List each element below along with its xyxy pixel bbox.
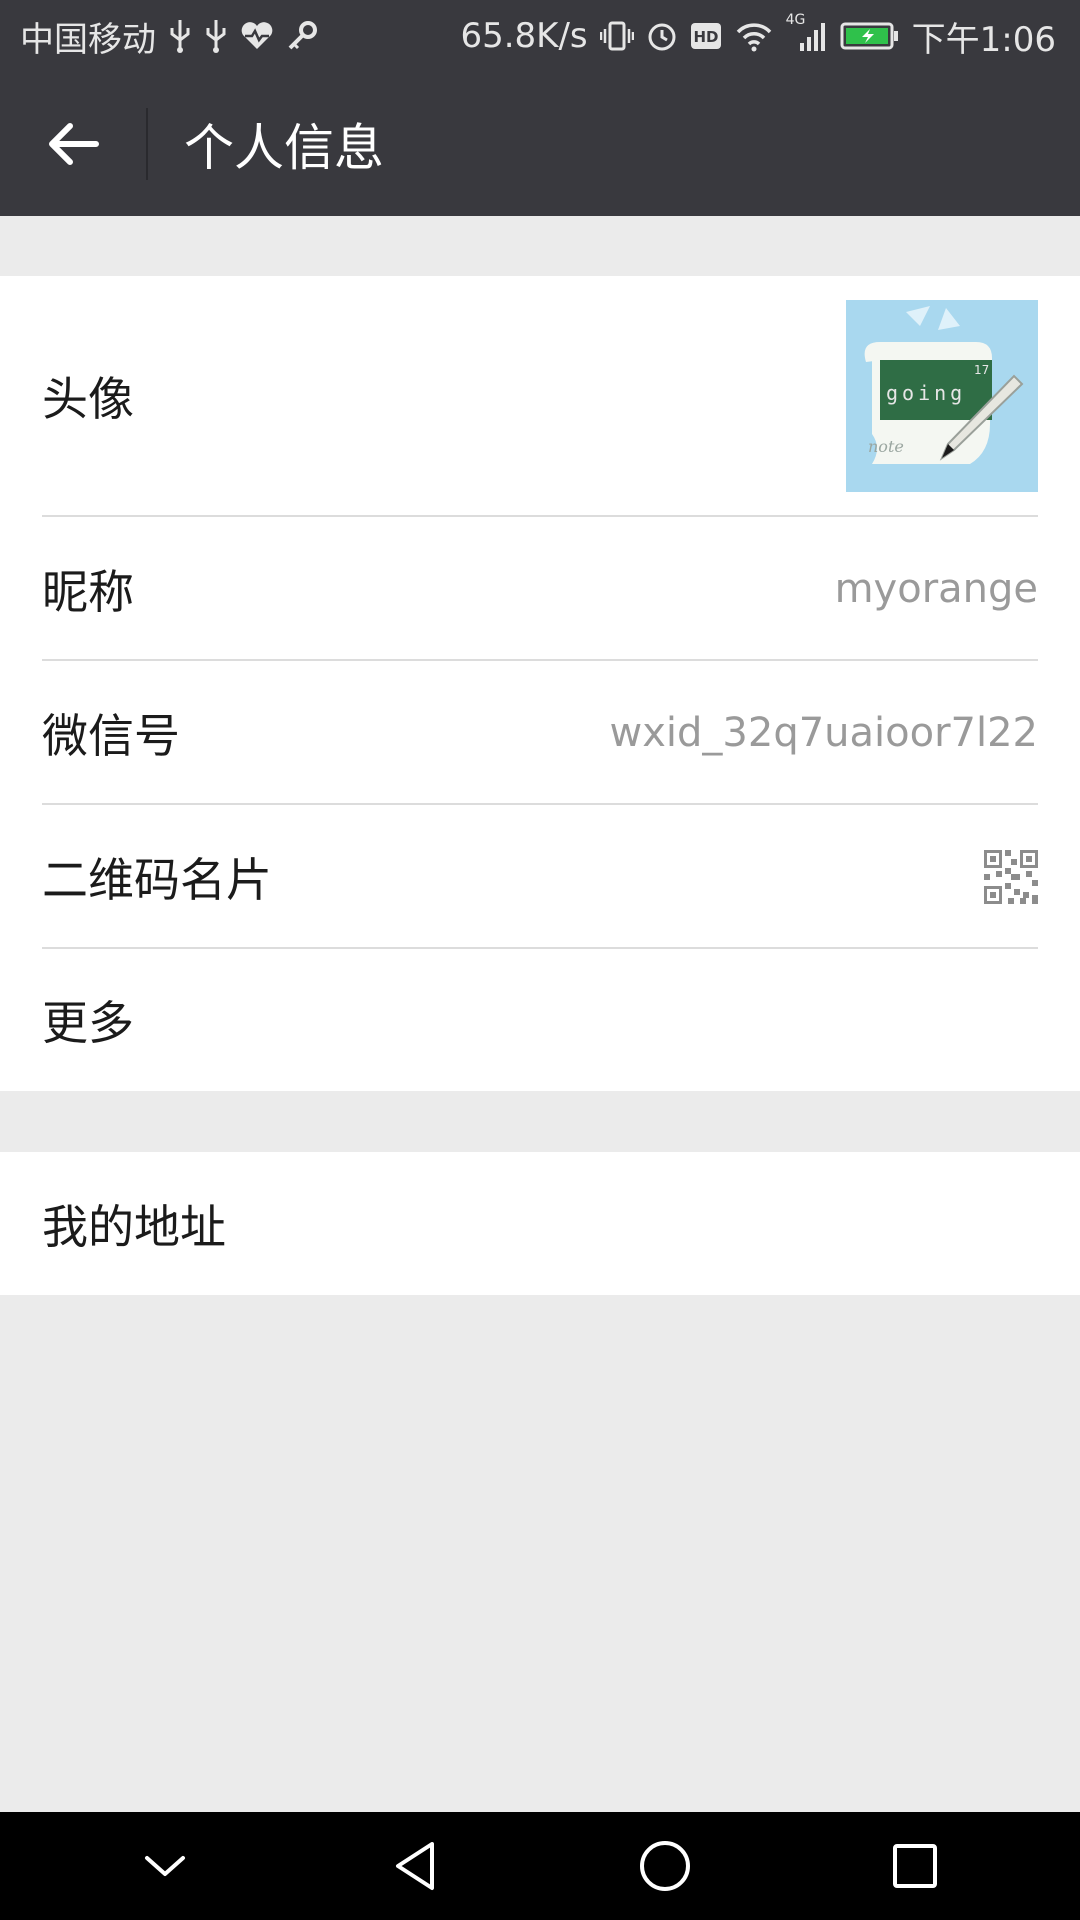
recents-nav-button[interactable] [855,1812,975,1920]
more-label: 更多 [42,996,134,1050]
status-bar: 中国移动 65.8K/s HD 4G 下午1:06 [0,0,1080,72]
back-nav-button[interactable] [355,1812,475,1920]
address-label: 我的地址 [42,1199,226,1254]
usb-icon [204,16,228,56]
title-bar: 个人信息 [0,72,1080,216]
back-triangle-icon [392,1840,438,1892]
hide-nav-button[interactable] [105,1812,225,1920]
qr-code-icon [984,849,1038,904]
profile-group: 头像 17 going note 昵称 myorange 微信号 wxid_32… [0,276,1080,1091]
title-divider [146,108,148,180]
nickname-row[interactable]: 昵称 myorange [42,517,1038,660]
page-title: 个人信息 [184,119,384,177]
heart-rate-icon [240,16,274,56]
svg-text:HD: HD [693,28,718,46]
wechat-id-label: 微信号 [42,708,180,763]
hd-icon: HD [690,16,722,56]
avatar-label: 头像 [42,372,134,426]
nickname-label: 昵称 [42,564,134,619]
time-text: 下午1:06 [911,19,1056,60]
wifi-icon [734,16,774,56]
more-row[interactable]: 更多 [42,949,1038,1091]
status-left: 中国移动 [20,12,318,61]
alarm-icon [646,16,678,56]
wechat-id-value: wxid_32q7uaioor7l22 [609,709,1038,756]
wechat-id-row[interactable]: 微信号 wxid_32q7uaioor7l22 [42,661,1038,804]
avatar-row[interactable]: 头像 17 going note [42,276,1038,516]
avatar[interactable]: 17 going note [846,300,1038,492]
qr-code-row[interactable]: 二维码名片 [42,805,1038,948]
usb-icon [168,16,192,56]
address-group: 我的地址 [0,1152,1080,1295]
qr-code-label: 二维码名片 [42,852,272,907]
home-circle-icon [638,1839,692,1893]
carrier-text: 中国移动 [20,19,156,60]
back-button[interactable] [0,72,146,216]
battery-charging-icon [840,16,900,56]
nickname-value: myorange [834,565,1038,612]
chevron-down-icon [143,1852,187,1880]
avatar-text-note: note [868,437,904,456]
address-row[interactable]: 我的地址 [42,1152,1038,1295]
status-right: 65.8K/s HD 4G 下午1:06 [460,12,1056,61]
screen: 中国移动 65.8K/s HD 4G 下午1:06 个人信息 头像 17 goi… [0,0,1080,1920]
avatar-text-going: going [886,381,966,405]
arrow-left-icon [46,120,100,168]
vibrate-icon [599,16,634,56]
network-type-text: 4G [785,12,806,28]
avatar-text-17: 17 [974,363,989,377]
net-speed-text: 65.8K/s [460,16,588,56]
recents-square-icon [891,1842,939,1890]
home-nav-button[interactable] [605,1812,725,1920]
navigation-bar [0,1812,1080,1920]
signal-icon: 4G [786,12,828,56]
key-icon [286,16,318,56]
